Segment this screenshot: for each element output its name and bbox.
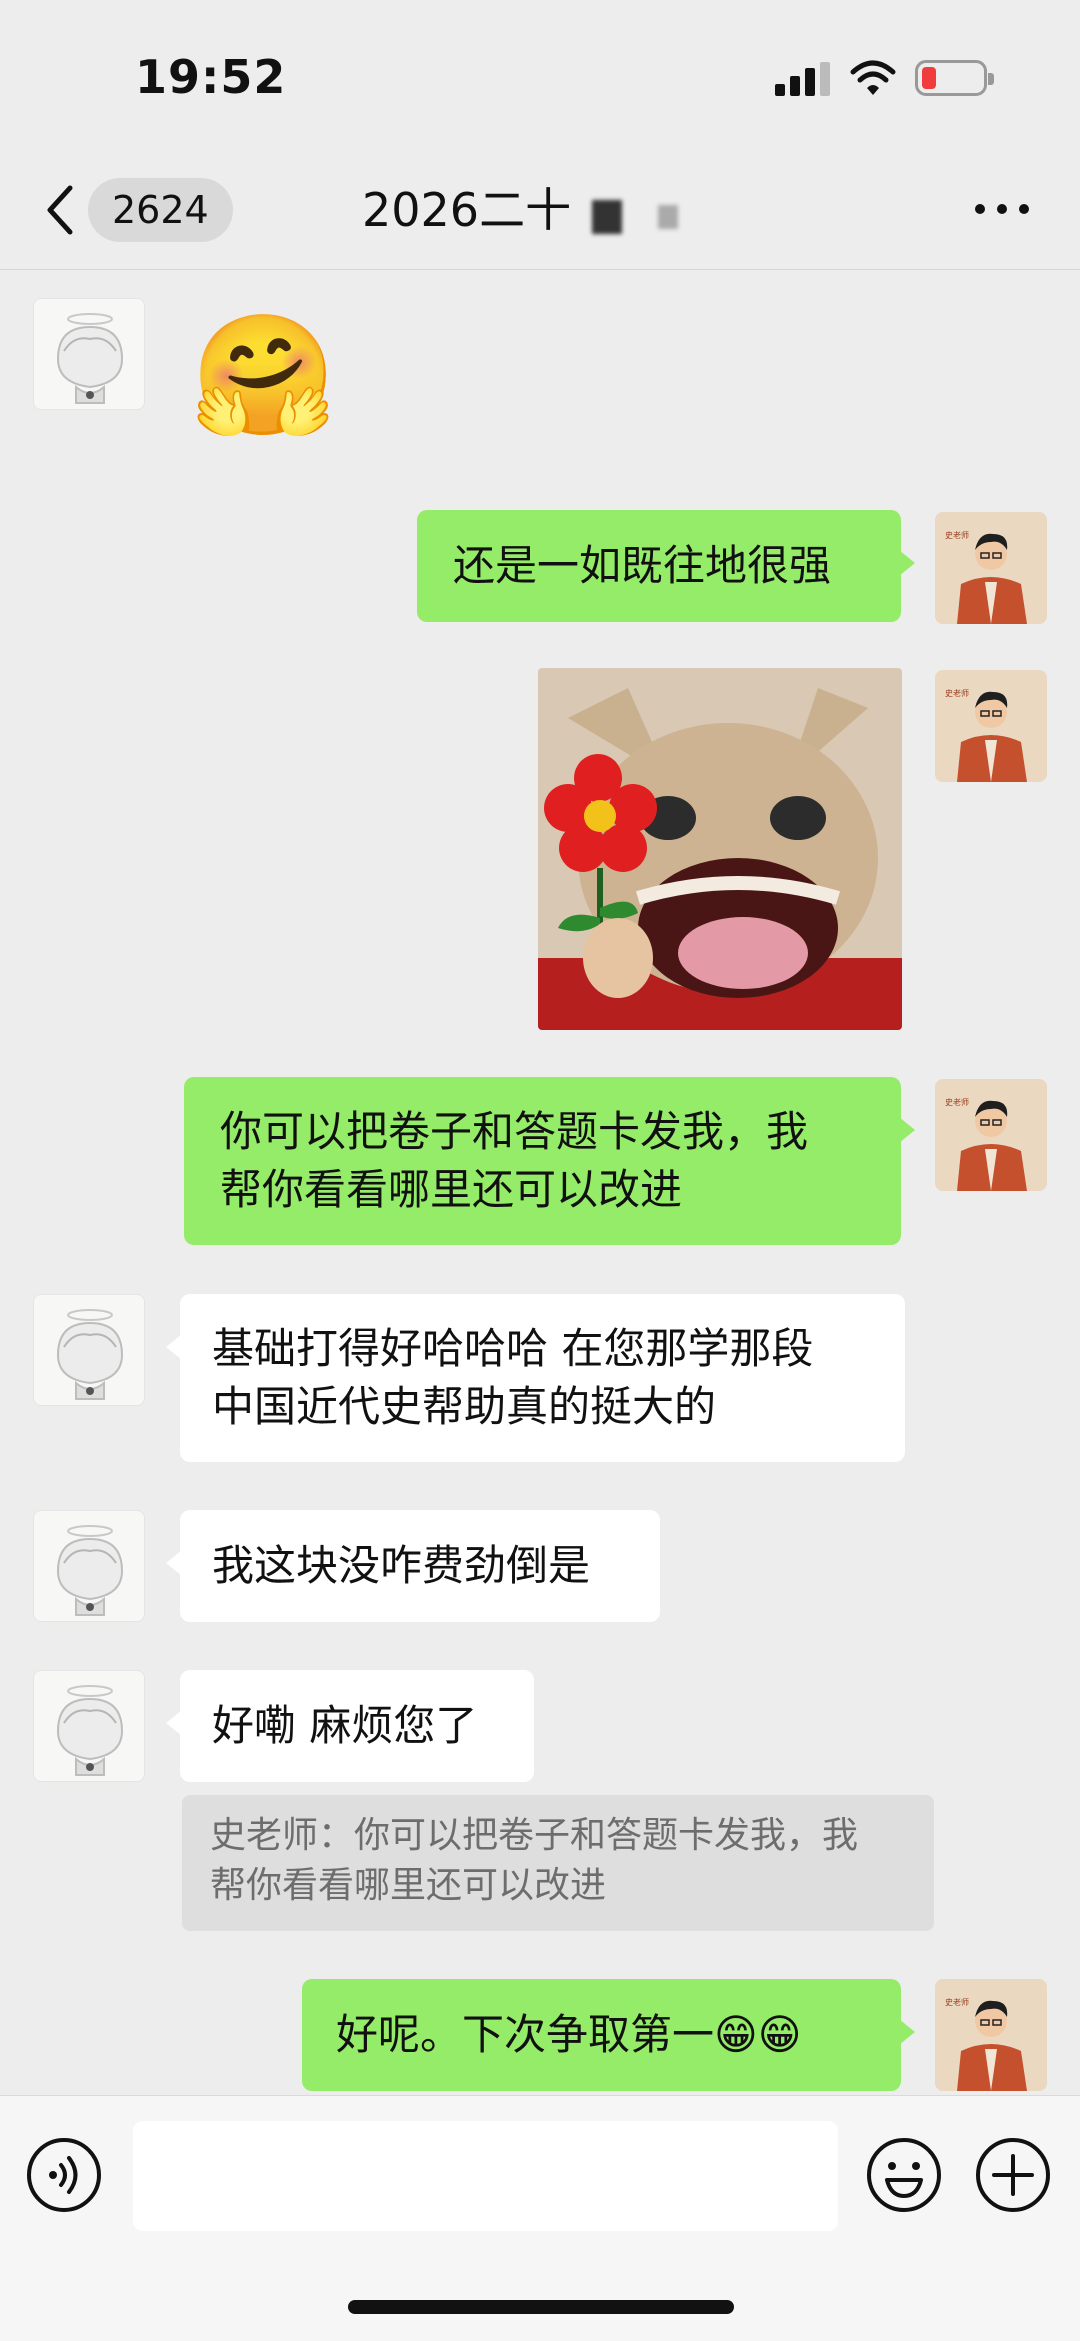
- voice-icon[interactable]: [25, 2136, 103, 2214]
- redacted-title-part: [592, 200, 622, 234]
- my-message-bubble[interactable]: 还是一如既往地很强: [417, 510, 915, 622]
- battery-icon: [915, 60, 994, 96]
- home-indicator[interactable]: [348, 2300, 734, 2314]
- svg-text:史老师: 史老师: [945, 1097, 969, 1107]
- teacher-illustration-avatar-image: 史老师: [935, 1079, 1047, 1191]
- svg-text:史老师: 史老师: [945, 688, 969, 698]
- signal-icon: [775, 62, 831, 96]
- message-text-line: 你可以把卷子和答题卡发我，我: [220, 1107, 809, 1156]
- hug-emoji-message[interactable]: 🤗: [190, 310, 337, 440]
- friend-message-bubble[interactable]: 基础打得好哈哈哈 在您那学那段 中国近代史帮助真的挺大的: [166, 1294, 905, 1462]
- my-avatar[interactable]: 史老师: [935, 1079, 1047, 1191]
- message-text-line: 帮你看看哪里还可以改进: [220, 1165, 683, 1214]
- chat-title: 2026二十: [362, 183, 572, 237]
- teacher-illustration-avatar-image: 史老师: [935, 670, 1047, 782]
- friend-avatar[interactable]: [33, 1510, 145, 1622]
- chevron-left-icon[interactable]: [40, 180, 80, 240]
- svg-text:史老师: 史老师: [945, 1997, 969, 2007]
- status-bar: 19:52: [0, 0, 1080, 150]
- more-icon[interactable]: [975, 200, 1031, 220]
- message-text: 好嘞 麻烦您了: [212, 1701, 478, 1750]
- quote-text-line: 帮你看看哪里还可以改进: [210, 1865, 607, 1906]
- message-text-line: 中国近代史帮助真的挺大的: [212, 1382, 717, 1431]
- svg-text:史老师: 史老师: [945, 530, 969, 540]
- friend-message-bubble[interactable]: 好嘞 麻烦您了: [166, 1670, 534, 1782]
- my-avatar[interactable]: 史老师: [935, 512, 1047, 624]
- friend-avatar[interactable]: [33, 298, 145, 410]
- anime-character-avatar-image: [56, 1525, 124, 1616]
- wifi-icon: [850, 60, 896, 95]
- cat-flower-sticker-image: [538, 668, 902, 1030]
- anime-character-avatar-image: [56, 313, 124, 404]
- message-input[interactable]: [133, 2121, 838, 2231]
- quoted-message[interactable]: 史老师：你可以把卷子和答题卡发我，我 帮你看看哪里还可以改进: [182, 1795, 934, 1931]
- teacher-illustration-avatar-image: 史老师: [935, 512, 1047, 624]
- friend-avatar[interactable]: [33, 1294, 145, 1406]
- my-avatar[interactable]: 史老师: [935, 670, 1047, 782]
- my-message-bubble[interactable]: 你可以把卷子和答题卡发我，我 帮你看看哪里还可以改进: [184, 1077, 915, 1245]
- teacher-illustration-avatar-image: 史老师: [935, 1979, 1047, 2091]
- chat-header: 2624 2026二十: [0, 150, 1080, 270]
- plus-icon[interactable]: [974, 2136, 1052, 2214]
- anime-character-avatar-image: [56, 1309, 124, 1400]
- my-avatar[interactable]: 史老师: [935, 1979, 1047, 2091]
- cat-flower-sticker[interactable]: [538, 668, 902, 1030]
- redacted-title-part: [658, 205, 678, 229]
- quote-text-line: 史老师：你可以把卷子和答题卡发我，我: [210, 1815, 859, 1856]
- friend-avatar[interactable]: [33, 1670, 145, 1782]
- status-time: 19:52: [135, 50, 287, 104]
- message-text: 我这块没咋费劲倒是: [212, 1541, 591, 1590]
- emoji-icon[interactable]: [865, 2136, 943, 2214]
- anime-character-avatar-image: [56, 1685, 124, 1776]
- friend-message-bubble[interactable]: 我这块没咋费劲倒是: [166, 1510, 660, 1622]
- message-text: 还是一如既往地很强: [453, 541, 832, 590]
- message-text-line: 基础打得好哈哈哈 在您那学那段: [212, 1324, 814, 1373]
- unread-count-badge[interactable]: 2624: [88, 178, 233, 242]
- my-message-bubble[interactable]: 好呢。下次争取第一😁😁: [302, 1979, 915, 2091]
- message-text: 好呢。下次争取第一😁😁: [336, 2010, 802, 2059]
